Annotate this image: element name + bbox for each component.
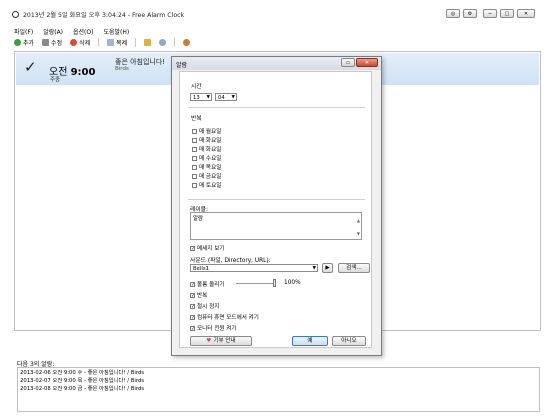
menu-file[interactable]: 파일(F) <box>14 27 33 36</box>
sound-select[interactable]: Bells1 ▼ <box>190 264 318 272</box>
day-checkbox[interactable]: 매 화요일 <box>192 145 221 153</box>
minimize-button[interactable]: − <box>483 9 497 18</box>
pin-icon[interactable]: ◎ <box>446 9 460 18</box>
edit-icon <box>42 39 50 46</box>
edit-button[interactable]: 수정 <box>42 38 62 47</box>
chevron-down-icon: ▼ <box>231 95 235 100</box>
check-icon[interactable]: ✓ <box>24 58 37 76</box>
alarm-sound: Birds <box>115 66 129 72</box>
monitor-on-checkbox[interactable]: 모니터 전원 켜기 <box>190 324 237 332</box>
chevron-down-icon: ▼ <box>206 95 210 100</box>
window-title: 2013년 2월 5일 화요일 오후 3:04:24 - Free Alarm … <box>23 11 185 19</box>
wake-pc-checkbox[interactable]: 컴퓨터 휴면 모드에서 켜기 <box>190 313 259 321</box>
toolbar-separator <box>98 38 100 47</box>
settings-icon[interactable] <box>159 39 167 46</box>
show-message-checkbox[interactable]: 메세지 보기 <box>190 244 225 252</box>
dialog-title-bar: 알람 ▭ ✕ <box>172 57 381 70</box>
day-checkbox[interactable]: 매 금요일 <box>192 172 221 180</box>
day-checkbox[interactable]: 매 토요일 <box>192 181 221 189</box>
list-item: 2013-02-08 오전 9:00 금 - 좋은 아침입니다! / Birds <box>20 386 145 392</box>
next-alarms-list: 2013-02-06 오전 9:00 수 - 좋은 아침입니다! / Birds… <box>17 367 540 412</box>
scrollbar[interactable]: ▲ ▼ <box>357 214 360 240</box>
maximize-button[interactable]: □ <box>500 9 514 18</box>
cancel-button[interactable]: 아니오 <box>332 336 366 346</box>
repeat-sound-checkbox[interactable]: 반복 <box>190 291 207 299</box>
minute-select[interactable]: 04 ▼ <box>215 93 237 101</box>
repeat-label: 반복 <box>191 116 202 122</box>
snooze-checkbox[interactable]: 절시 정지 <box>190 302 219 310</box>
toolbar-separator <box>135 38 137 47</box>
dialog-restore-button[interactable]: ▭ <box>341 58 355 67</box>
volume-checkbox[interactable]: 볼륨 올리기 <box>190 280 225 288</box>
alarm-repeat: 주중 <box>50 77 61 83</box>
home-icon[interactable] <box>144 39 152 46</box>
settings-icon[interactable]: ⚙ <box>463 9 477 18</box>
dialog-body: 시간 13 ▼ 04 ▼ 반복 매 월요일 매 화요일 매 화요일 매 수요일 매 … <box>179 71 372 348</box>
sound-label: 사운드 (파일, Directory, URL): <box>190 258 271 264</box>
close-button[interactable]: ✕ <box>517 9 535 18</box>
alarm-dialog: 알람 ▭ ✕ 시간 13 ▼ 04 ▼ 반복 매 월요일 매 화요일 매 화요일 매… <box>171 56 382 356</box>
time-label: 시간 <box>191 84 202 90</box>
clock-icon <box>12 10 19 18</box>
menu-options[interactable]: 옵션(O) <box>73 27 93 36</box>
copy-button[interactable]: 복제 <box>107 38 127 47</box>
toolbar-separator <box>174 38 176 47</box>
window-buttons: ◎ ⚙ − □ ✕ <box>446 9 535 18</box>
main-window: 2013년 2월 5일 화요일 오후 3:04:24 - Free Alarm … <box>0 0 553 419</box>
play-button[interactable]: ▶ <box>322 263 333 273</box>
message-input[interactable]: 알람 ▲ ▼ <box>190 212 362 240</box>
delete-icon <box>70 39 78 46</box>
copy-icon <box>107 39 115 46</box>
help-icon[interactable] <box>183 39 191 46</box>
heart-icon: ♥ <box>206 338 212 344</box>
donate-button[interactable]: ♥ 기부 안내 <box>190 336 252 346</box>
title-bar: 2013년 2월 5일 화요일 오후 3:04:24 - Free Alarm … <box>10 8 543 20</box>
dialog-title: 알람 <box>176 62 188 69</box>
dialog-close-button[interactable]: ✕ <box>356 58 378 67</box>
day-checkbox[interactable]: 매 수요일 <box>192 154 221 162</box>
toolbar: 추가 수정 삭제 복제 <box>14 38 191 47</box>
divider <box>188 199 365 200</box>
menu-alarm[interactable]: 알람(A) <box>43 27 63 36</box>
divider <box>188 107 365 108</box>
hour-select[interactable]: 13 ▼ <box>190 93 212 101</box>
day-checkbox[interactable]: 매 목요일 <box>192 163 221 171</box>
menu-bar: 파일(F) 알람(A) 옵션(O) 도움말(H) <box>14 27 129 36</box>
chevron-down-icon: ▼ <box>312 266 316 271</box>
volume-slider[interactable] <box>236 283 276 284</box>
volume-value: 100% <box>284 280 301 286</box>
play-icon: ▶ <box>325 265 330 271</box>
day-checkbox[interactable]: 매 화요일 <box>192 136 221 144</box>
add-button[interactable]: 추가 <box>14 38 34 47</box>
list-item: 2013-02-07 오전 9:00 목 - 좋은 아침입니다! / Birds <box>20 378 145 384</box>
dialog-buttons: ▭ ✕ <box>341 58 378 67</box>
volume-slider-handle[interactable] <box>272 279 276 287</box>
list-item: 2013-02-06 오전 9:00 수 - 좋은 아침입니다! / Birds <box>20 370 145 376</box>
delete-button[interactable]: 삭제 <box>70 38 90 47</box>
menu-help[interactable]: 도움말(H) <box>103 27 129 36</box>
day-checkbox[interactable]: 매 월요일 <box>192 127 221 135</box>
plus-icon <box>14 39 21 46</box>
ok-button[interactable]: 예 <box>292 336 328 346</box>
browse-button[interactable]: 검색... <box>338 263 370 273</box>
